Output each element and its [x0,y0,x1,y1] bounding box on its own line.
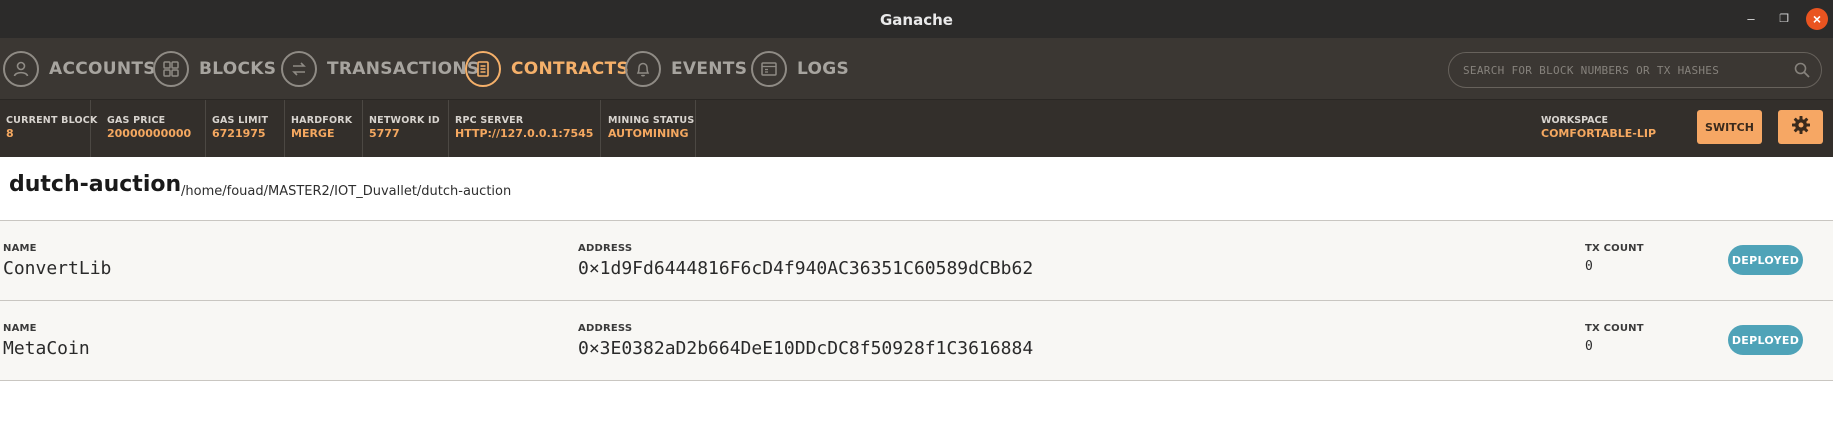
network-id-stat: NETWORK ID 5777 [363,100,449,157]
blocks-icon [153,51,189,87]
tab-logs[interactable]: LOGS [751,50,849,88]
contract-address-cell: ADDRESS 0×1d9Fd6444816F6cD4f940AC36351C6… [578,243,1034,279]
search-placeholder: SEARCH FOR BLOCK NUMBERS OR TX HASHES [1463,64,1720,77]
contract-name-cell: NAME MetaCoin [3,323,90,359]
rpc-server-stat: RPC SERVER HTTP://127.0.0.1:7545 [449,100,601,157]
project-header: dutch-auction /home/fouad/MASTER2/IOT_Du… [0,157,1833,221]
search-input[interactable]: SEARCH FOR BLOCK NUMBERS OR TX HASHES [1448,52,1822,88]
minimize-icon[interactable]: – [1740,8,1762,30]
gear-icon [1791,115,1811,140]
tab-events[interactable]: EVENTS [625,50,747,88]
tab-logs-label: LOGS [797,59,850,79]
hardfork-stat: HARDFORK MERGE [285,100,363,157]
deployed-badge: DEPLOYED [1728,325,1803,355]
mining-status-value: AUTOMINING [608,127,689,140]
tab-contracts[interactable]: CONTRACTS [465,50,629,88]
terminal-icon [751,51,787,87]
rpc-server-value: HTTP://127.0.0.1:7545 [455,127,594,140]
contract-row[interactable]: NAME MetaCoin ADDRESS 0×3E0382aD2b664DeE… [0,301,1833,381]
mining-status-stat: MINING STATUS AUTOMINING [602,100,696,157]
tab-blocks-label: BLOCKS [199,59,277,79]
contract-address: 0×3E0382aD2b664DeE10DDcDC8f50928f1C36168… [578,338,1034,359]
window-title: Ganache [880,11,953,29]
close-icon[interactable]: × [1806,8,1828,30]
contract-name: ConvertLib [3,258,112,279]
project-path: /home/fouad/MASTER2/IOT_Duvallet/dutch-a… [181,184,512,199]
contract-address: 0×1d9Fd6444816F6cD4f940AC36351C60589dCBb… [578,258,1034,279]
gas-price-stat: GAS PRICE 20000000000 [101,100,206,157]
gas-limit-value: 6721975 [212,127,266,140]
gas-price-value: 20000000000 [107,127,192,140]
contract-tx-count: 0 [1585,259,1593,274]
tab-accounts[interactable]: ACCOUNTS [3,50,156,88]
workspace-value: COMFORTABLE-LIP [1541,127,1657,140]
contract-name: MetaCoin [3,338,90,359]
tab-events-label: EVENTS [671,59,748,79]
contract-address-cell: ADDRESS 0×3E0382aD2b664DeE10DDcDC8f50928… [578,323,1034,359]
window-titlebar: Ganache – ❐ × [0,0,1833,38]
document-icon [465,51,501,87]
restore-icon[interactable]: ❐ [1773,8,1795,30]
settings-button[interactable] [1778,110,1823,144]
tab-accounts-label: ACCOUNTS [49,59,156,79]
tab-transactions[interactable]: TRANSACTIONS [281,50,479,88]
deployed-badge: DEPLOYED [1728,245,1803,275]
contract-name-cell: NAME ConvertLib [3,243,112,279]
current-block-value: 8 [6,127,14,140]
tab-contracts-label: CONTRACTS [511,59,630,79]
main-nav: ACCOUNTS BLOCKS TRANSACTIONS CONTRACTS E… [0,38,1833,100]
project-title: dutch-auction [9,172,182,197]
current-block-stat: CURRENT BLOCK 8 [0,100,97,157]
hardfork-value: MERGE [291,127,335,140]
contract-tx-cell: TX COUNT 0 [1585,323,1644,354]
contract-tx-count: 0 [1585,339,1593,354]
tab-transactions-label: TRANSACTIONS [327,59,480,79]
user-icon [3,51,39,87]
switch-button[interactable]: SWITCH [1697,110,1762,144]
contract-tx-cell: TX COUNT 0 [1585,243,1644,274]
gas-limit-stat: GAS LIMIT 6721975 [206,100,285,157]
search-icon[interactable] [1793,61,1811,84]
status-bar: CURRENT BLOCK 8 GAS PRICE 20000000000 GA… [0,100,1833,157]
network-id-value: 5777 [369,127,400,140]
tab-blocks[interactable]: BLOCKS [153,50,276,88]
bell-icon [625,51,661,87]
contract-row[interactable]: NAME ConvertLib ADDRESS 0×1d9Fd6444816F6… [0,221,1833,301]
transfer-icon [281,51,317,87]
